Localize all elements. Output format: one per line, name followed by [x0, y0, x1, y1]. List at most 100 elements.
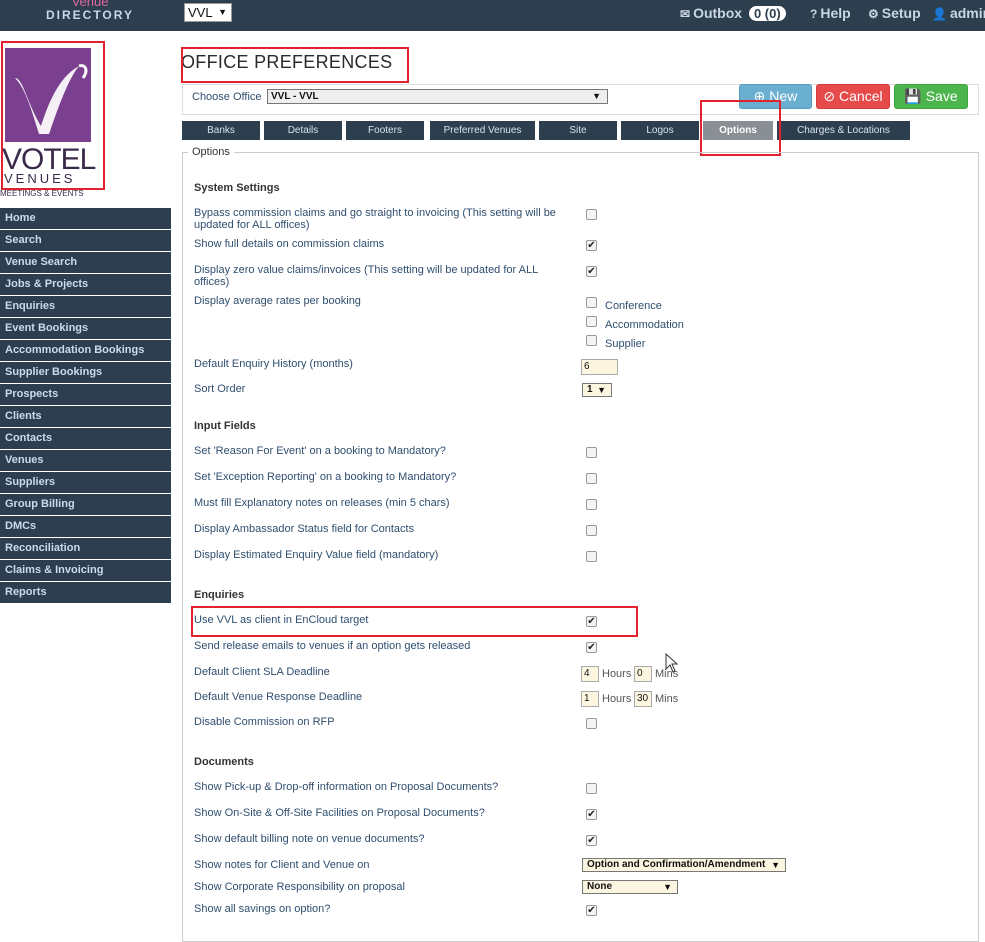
setup-label: Setup	[881, 5, 921, 21]
enquiry-history-input[interactable]: 6	[581, 359, 618, 375]
corporate-label: Show Corporate Responsibility on proposa…	[194, 881, 405, 893]
sidebar-item-venues[interactable]: Venues	[0, 450, 171, 471]
corporate-select[interactable]: None ▼	[582, 880, 678, 894]
sidebar-item-contacts[interactable]: Contacts	[0, 428, 171, 449]
brand-line1: Venue	[71, 0, 109, 9]
tab-charges-locations[interactable]: Charges & Locations	[777, 121, 910, 140]
highlight-box-options-tab	[700, 100, 781, 156]
billing-note-label: Show default billing note on venue docum…	[194, 833, 425, 845]
billing-note-checkbox[interactable]: ✔	[586, 835, 597, 846]
choose-office-label: Choose Office	[192, 91, 262, 103]
sidebar-item-reconciliation[interactable]: Reconciliation	[0, 538, 171, 559]
chevron-down-icon: ▼	[218, 7, 227, 17]
highlight-box-logo	[1, 41, 105, 190]
help-link[interactable]: ? Help	[810, 5, 851, 21]
enquiry-history-label: Default Enquiry History (months)	[194, 358, 353, 370]
bypass-checkbox[interactable]	[586, 209, 597, 220]
full-details-checkbox[interactable]: ✔	[586, 240, 597, 251]
sidebar-item-event-bookings[interactable]: Event Bookings	[0, 318, 171, 339]
save-button-label: Save	[925, 88, 958, 104]
avg-rates-label: Display average rates per booking	[194, 295, 361, 307]
cancel-button[interactable]: ⊘ Cancel	[816, 84, 890, 109]
notes-client-label: Show notes for Client and Venue on	[194, 859, 370, 871]
exception-label: Set 'Exception Reporting' on a booking t…	[194, 471, 457, 483]
ambassador-label: Display Ambassador Status field for Cont…	[194, 523, 415, 535]
logo-tagline: MEETINGS & EVENTS	[0, 189, 84, 198]
chevron-down-icon: ▼	[771, 860, 780, 870]
client-sla-hours-input[interactable]: 4	[581, 666, 599, 682]
sidebar-item-search[interactable]: Search	[0, 230, 171, 251]
disable-commission-checkbox[interactable]	[586, 718, 597, 729]
venue-response-mins-input[interactable]: 30	[634, 691, 652, 707]
tab-site[interactable]: Site	[539, 121, 617, 140]
sort-order-value: 1	[587, 384, 593, 395]
accommodation-label: Accommodation	[605, 319, 684, 331]
bypass-label: Bypass commission claims and go straight…	[194, 207, 556, 231]
admin-label: admin	[949, 5, 985, 21]
client-sla-label: Default Client SLA Deadline	[194, 666, 330, 678]
tab-footers[interactable]: Footers	[346, 121, 424, 140]
choose-office-select[interactable]: VVL - VVL ▼	[267, 89, 608, 104]
venue-directory-logo[interactable]: Venue DIRECTORY	[40, 0, 140, 27]
venue-response-hours-input[interactable]: 1	[581, 691, 599, 707]
sidebar-nav: Home Search Venue Search Jobs & Projects…	[0, 208, 171, 604]
sidebar-item-clients[interactable]: Clients	[0, 406, 171, 427]
tab-preferred-venues[interactable]: Preferred Venues	[430, 121, 535, 140]
full-details-label: Show full details on commission claims	[194, 238, 385, 250]
accommodation-checkbox[interactable]	[586, 316, 597, 327]
sidebar-item-jobs-projects[interactable]: Jobs & Projects	[0, 274, 171, 295]
reason-checkbox[interactable]	[586, 447, 597, 458]
sidebar-item-dmcs[interactable]: DMCs	[0, 516, 171, 537]
choose-office-value: VVL - VVL	[271, 91, 319, 102]
chevron-down-icon: ▼	[663, 882, 672, 892]
ambassador-checkbox[interactable]	[586, 525, 597, 536]
pickup-checkbox[interactable]	[586, 783, 597, 794]
system-settings-title: System Settings	[194, 182, 280, 194]
client-sla-mins-input[interactable]: 0	[634, 666, 652, 682]
outbox-link[interactable]: ✉ Outbox 0 (0)	[680, 5, 786, 21]
envelope-icon: ✉	[680, 7, 691, 21]
sidebar-item-suppliers[interactable]: Suppliers	[0, 472, 171, 493]
supplier-checkbox[interactable]	[586, 335, 597, 346]
tab-logos[interactable]: Logos	[621, 121, 699, 140]
setup-link[interactable]: ⚙ Setup	[868, 5, 921, 21]
user-icon: 👤	[932, 7, 947, 21]
sidebar-item-home[interactable]: Home	[0, 208, 171, 229]
sidebar-item-reports[interactable]: Reports	[0, 582, 171, 603]
release-emails-label: Send release emails to venues if an opti…	[194, 640, 471, 652]
cancel-button-label: Cancel	[839, 88, 883, 104]
gear-icon: ⚙	[868, 7, 879, 21]
tab-banks[interactable]: Banks	[182, 121, 260, 140]
save-button[interactable]: 💾 Save	[894, 84, 968, 109]
brand-line2: DIRECTORY	[45, 8, 134, 22]
sidebar-item-group-billing[interactable]: Group Billing	[0, 494, 171, 515]
sort-order-select[interactable]: 1 ▼	[582, 383, 612, 397]
input-fields-title: Input Fields	[194, 420, 256, 432]
outbox-label: Outbox	[693, 5, 743, 21]
admin-link[interactable]: 👤admin	[932, 5, 985, 21]
savings-label: Show all savings on option?	[194, 903, 331, 915]
supplier-label: Supplier	[605, 338, 646, 350]
sidebar-item-venue-search[interactable]: Venue Search	[0, 252, 171, 273]
estimated-checkbox[interactable]	[586, 551, 597, 562]
zero-value-checkbox[interactable]: ✔	[586, 266, 597, 277]
estimated-label: Display Estimated Enquiry Value field (m…	[194, 549, 439, 561]
exception-checkbox[interactable]	[586, 473, 597, 484]
sidebar-item-prospects[interactable]: Prospects	[0, 384, 171, 405]
sidebar-item-enquiries[interactable]: Enquiries	[0, 296, 171, 317]
question-icon: ?	[810, 7, 818, 21]
highlight-box-use-vvl	[191, 606, 638, 637]
explanatory-checkbox[interactable]	[586, 499, 597, 510]
conference-checkbox[interactable]	[586, 297, 597, 308]
sidebar-item-supplier-bookings[interactable]: Supplier Bookings	[0, 362, 171, 383]
sidebar-item-accommodation-bookings[interactable]: Accommodation Bookings	[0, 340, 171, 361]
tab-details[interactable]: Details	[264, 121, 342, 140]
release-emails-checkbox[interactable]: ✔	[586, 642, 597, 653]
ban-icon: ⊘	[823, 88, 836, 104]
enquiries-title: Enquiries	[194, 589, 245, 601]
top-office-select[interactable]: VVL ▼	[184, 3, 232, 22]
sidebar-item-claims-invoicing[interactable]: Claims & Invoicing	[0, 560, 171, 581]
onsite-checkbox[interactable]: ✔	[586, 809, 597, 820]
savings-checkbox[interactable]: ✔	[586, 905, 597, 916]
notes-client-select[interactable]: Option and Confirmation/Amendment ▼	[582, 858, 786, 872]
